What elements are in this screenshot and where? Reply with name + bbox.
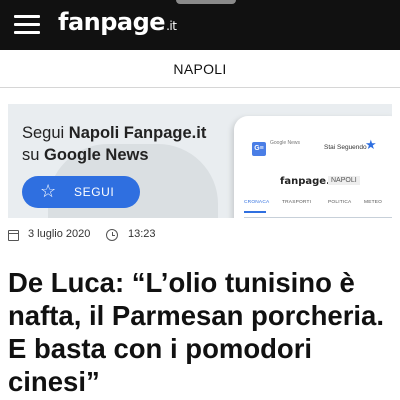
banner-title-service: Google News bbox=[44, 146, 149, 164]
banner-title-brand: Napoli Fanpage.it bbox=[68, 124, 207, 142]
publish-date: 3 luglio 2020 bbox=[28, 228, 91, 240]
phone-section-tag: NAPOLI bbox=[328, 176, 360, 185]
phone-tab: TRASPORTI bbox=[282, 200, 312, 205]
segui-button[interactable]: ☆ SEGUI bbox=[22, 176, 140, 208]
filled-star-icon: ★ bbox=[365, 137, 377, 152]
menu-line bbox=[14, 15, 40, 18]
follow-status-text: Stai Seguendo bbox=[324, 144, 367, 151]
menu-line bbox=[14, 31, 40, 34]
phone-tabs: CRONACA TRASPORTI POLITICA METEO bbox=[244, 200, 392, 210]
banner-title-mid: su bbox=[22, 146, 45, 164]
banner-title: Segui Napoli Fanpage.it su Google News bbox=[22, 122, 242, 166]
status-notch bbox=[176, 0, 236, 4]
logo-tld: .it bbox=[166, 19, 177, 33]
clock-icon bbox=[106, 229, 118, 241]
google-news-label: Google News bbox=[270, 140, 301, 146]
star-icon: ☆ bbox=[40, 181, 57, 201]
phone-illustration: G≡ Google News Stai Seguendo ★ fanpage.i… bbox=[234, 116, 392, 218]
segui-button-label: SEGUI bbox=[74, 185, 115, 199]
banner-title-prefix: Segui bbox=[22, 124, 69, 142]
phone-tab: METEO bbox=[364, 200, 383, 205]
calendar-icon bbox=[8, 230, 19, 241]
section-name[interactable]: NAPOLI bbox=[173, 50, 226, 88]
phone-image-strip bbox=[244, 217, 392, 218]
site-logo[interactable]: fanpage.it bbox=[58, 8, 177, 36]
active-tab-underline bbox=[244, 211, 266, 213]
article-headline: De Luca: “L’olio tunisino è nafta, il Pa… bbox=[8, 267, 384, 397]
google-news-banner[interactable]: Segui Napoli Fanpage.it su Google News ☆… bbox=[8, 104, 392, 218]
google-news-app-icon: G≡ bbox=[252, 142, 266, 156]
phone-tab: POLITICA bbox=[328, 200, 352, 205]
logo-text: fanpage bbox=[58, 8, 166, 36]
publish-time: 13:23 bbox=[128, 228, 156, 240]
menu-line bbox=[14, 23, 40, 26]
section-bar: NAPOLI bbox=[0, 50, 400, 88]
hamburger-menu-icon[interactable] bbox=[14, 13, 40, 35]
phone-tab: CRONACA bbox=[244, 200, 270, 205]
top-bar: fanpage.it bbox=[0, 0, 400, 50]
